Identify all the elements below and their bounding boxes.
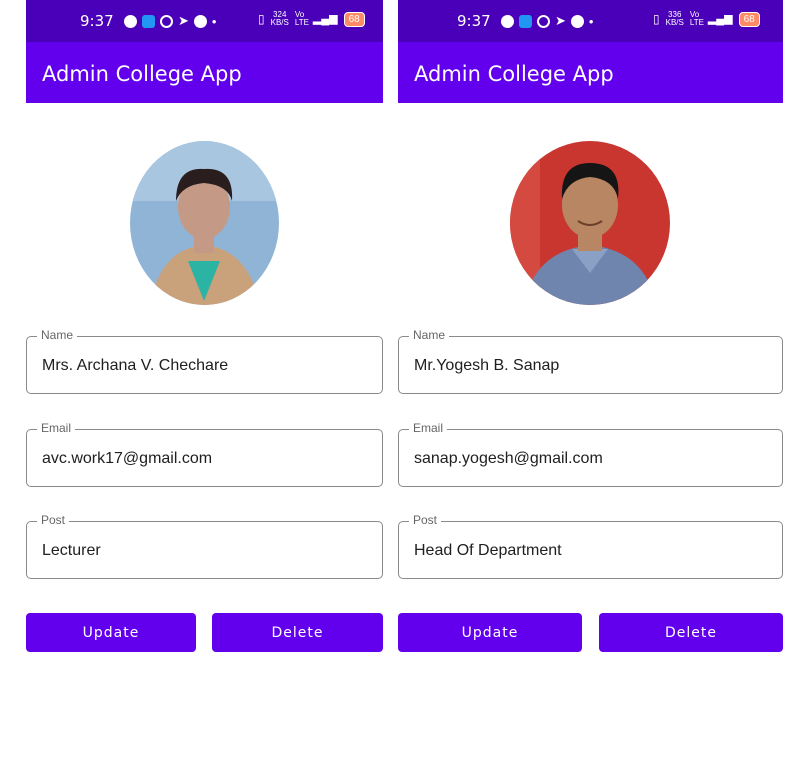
delete-button[interactable]: Delete: [599, 613, 783, 652]
telegram-icon: ➤: [178, 13, 189, 28]
name-field[interactable]: Name Mrs. Archana V. Chechare: [26, 328, 383, 394]
email-value: avc.work17@gmail.com: [42, 450, 213, 467]
vibrate-icon: ▯: [258, 12, 265, 26]
email-value: sanap.yogesh@gmail.com: [414, 450, 603, 467]
net-speed: 324 KB/S: [270, 10, 289, 27]
post-field[interactable]: Post Lecturer: [26, 513, 383, 579]
delete-button[interactable]: Delete: [212, 613, 383, 652]
notification-icons: ➤ •: [124, 13, 216, 29]
cloud-icon: [142, 14, 155, 28]
name-label: Name: [409, 328, 450, 342]
name-value: Mr.Yogesh B. Sanap: [414, 357, 560, 374]
snapchat-icon: [501, 14, 514, 28]
net-speed: 336 KB/S: [665, 10, 684, 27]
signal-icon: ▂▄▆: [312, 13, 338, 25]
avatar[interactable]: [130, 141, 279, 305]
update-button[interactable]: Update: [26, 613, 196, 652]
app-title: Admin College App: [42, 62, 242, 86]
battery-icon: 68: [343, 11, 365, 27]
snapchat-icon: [124, 14, 137, 28]
signal-icon: ▂▄▆: [707, 13, 733, 25]
email-label: Email: [37, 421, 76, 435]
status-time: 9:37: [457, 12, 491, 30]
post-label: Post: [37, 513, 70, 527]
instagram-icon: [537, 14, 550, 28]
battery-icon: 68: [738, 11, 760, 27]
cloud-icon: [519, 14, 532, 28]
name-field[interactable]: Name Mr.Yogesh B. Sanap: [398, 328, 783, 394]
more-dot-icon: •: [588, 13, 594, 29]
email-field[interactable]: Email avc.work17@gmail.com: [26, 421, 383, 487]
volte-label: Vo LTE: [294, 10, 309, 27]
post-value: Head Of Department: [414, 542, 562, 559]
status-right: ▯ 336 KB/S Vo LTE ▂▄▆ 68: [653, 11, 760, 27]
email-field[interactable]: Email sanap.yogesh@gmail.com: [398, 421, 783, 487]
name-value: Mrs. Archana V. Chechare: [42, 357, 229, 374]
status-right: ▯ 324 KB/S Vo LTE ▂▄▆ 68: [258, 11, 365, 27]
status-bar: 9:37 ➤ • ▯ 336 KB/S Vo LTE ▂▄▆ 68: [398, 0, 783, 42]
email-label: Email: [409, 421, 448, 435]
telegram-icon: ➤: [555, 13, 566, 28]
game-icon: [570, 14, 584, 28]
instagram-icon: [160, 14, 173, 28]
post-value: Lecturer: [42, 542, 101, 559]
avatar[interactable]: [510, 141, 670, 305]
volte-label: Vo LTE: [689, 10, 704, 27]
update-button[interactable]: Update: [398, 613, 582, 652]
post-label: Post: [409, 513, 442, 527]
post-field[interactable]: Post Head Of Department: [398, 513, 783, 579]
screen-right: 9:37 ➤ • ▯ 336 KB/S Vo LTE ▂▄▆ 68 Admin C…: [398, 0, 798, 775]
name-label: Name: [37, 328, 78, 342]
status-bar: 9:37 ➤ • ▯ 324 KB/S Vo LTE ▂▄▆ 68: [26, 0, 383, 42]
game-icon: [193, 14, 207, 28]
app-title: Admin College App: [414, 62, 614, 86]
app-bar: Admin College App: [26, 42, 383, 103]
more-dot-icon: •: [211, 13, 217, 29]
status-time: 9:37: [80, 12, 114, 30]
screen-left: 9:37 ➤ • ▯ 324 KB/S Vo LTE ▂▄▆ 68 Admin C…: [0, 0, 399, 775]
app-bar: Admin College App: [398, 42, 783, 103]
notification-icons: ➤ •: [501, 13, 593, 29]
vibrate-icon: ▯: [653, 12, 660, 26]
